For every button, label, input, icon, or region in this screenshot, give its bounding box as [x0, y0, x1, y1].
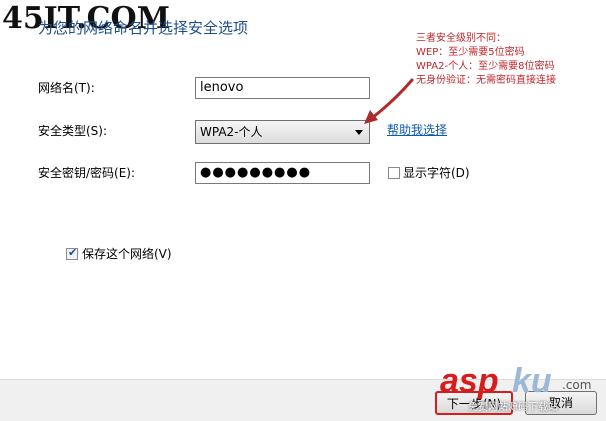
note-line: WEP：至少需要5位密码: [416, 47, 525, 58]
annotation-arrow-icon: [364, 78, 414, 124]
show-characters-label: 显示字符(D): [403, 166, 470, 180]
watermark-ku: ku: [512, 362, 552, 400]
save-network-checkbox[interactable]: ✔: [66, 246, 78, 260]
chevron-down-icon: [355, 130, 363, 135]
security-key-label: 安全密钥/密码(E):: [38, 166, 136, 180]
watermark-subtitle: 免费网站源码下载站: [468, 402, 558, 413]
annotation-note: 三者安全级别不同： WEP：至少需要5位密码 WPA2-个人：至少需要8位密码 …: [416, 32, 556, 88]
security-type-label: 安全类型(S):: [38, 124, 108, 138]
security-key-input[interactable]: ●●●●●●●●●: [195, 162, 370, 184]
watermark-com: .com: [562, 378, 592, 392]
network-name-label: 网络名(T):: [38, 81, 95, 95]
note-line: 三者安全级别不同：: [416, 33, 506, 44]
security-type-value: WPA2-个人: [200, 125, 263, 139]
checkmark-icon: ✔: [68, 246, 78, 259]
note-line: 无身份验证：无需密码直接连接: [416, 75, 556, 86]
show-characters-checkbox[interactable]: [388, 167, 400, 179]
save-network-label: 保存这个网络(V): [82, 247, 172, 261]
security-type-select[interactable]: WPA2-个人: [195, 120, 370, 144]
note-line: WPA2-个人：至少需要8位密码: [416, 61, 555, 72]
password-dots: ●●●●●●●●●: [200, 165, 312, 180]
network-name-input[interactable]: lenovo: [195, 77, 370, 99]
page-title: 为您的网络命名并选择安全选项: [38, 19, 249, 37]
watermark-asp: asp: [440, 362, 499, 400]
